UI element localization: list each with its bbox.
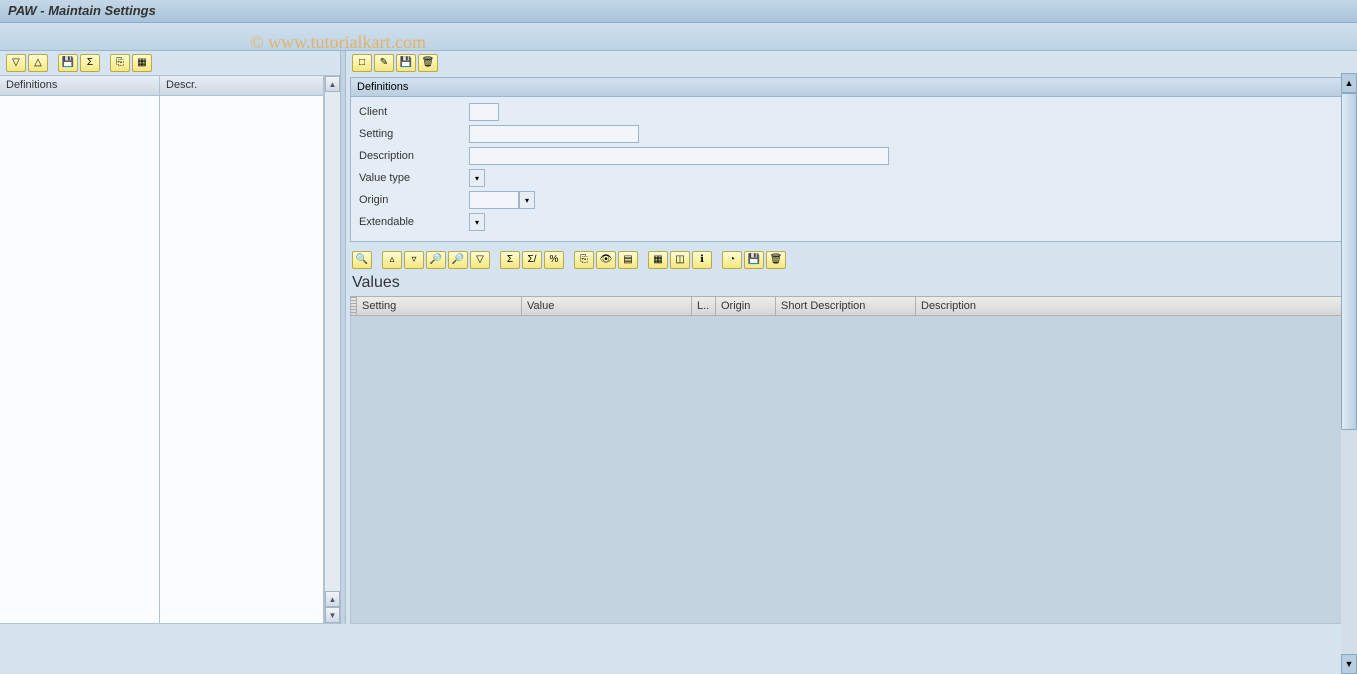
win-scroll-up-icon[interactable]: ▲: [1341, 73, 1357, 93]
input-origin[interactable]: [469, 191, 519, 209]
values-grid-body: [350, 316, 1351, 624]
left-panel: ▽ △ 💾 Σ ⎘ ▦ Definitions Descr. ▲ ▲ ▼: [0, 51, 340, 624]
sum-icon[interactable]: Σ: [500, 251, 520, 269]
window-scrollbar[interactable]: ▲ ▼: [1341, 73, 1357, 674]
win-scroll-track[interactable]: [1341, 93, 1357, 654]
subtotal-icon[interactable]: Σ/: [522, 251, 542, 269]
left-col-descr-body: [160, 96, 324, 623]
find-icon[interactable]: 🔎: [426, 251, 446, 269]
win-scroll-thumb[interactable]: [1341, 93, 1357, 430]
left-col-definitions-body: [0, 96, 160, 623]
layout-icon[interactable]: ▦: [132, 54, 152, 72]
col-setting[interactable]: Setting: [357, 297, 522, 315]
save-defs-icon[interactable]: 💾: [396, 54, 416, 72]
secondary-bar: [0, 23, 1357, 51]
label-value-type: Value type: [359, 172, 469, 184]
input-client[interactable]: [469, 103, 499, 121]
values-title: Values: [350, 272, 1351, 296]
extendable-select-icon[interactable]: ▾: [469, 213, 485, 231]
trash-icon[interactable]: 🗑: [766, 251, 786, 269]
input-setting[interactable]: [469, 125, 639, 143]
sort-desc-icon[interactable]: ▿: [404, 251, 424, 269]
collapse-icon[interactable]: △: [28, 54, 48, 72]
grid-icon[interactable]: ▦: [648, 251, 668, 269]
left-scrollbar[interactable]: ▲ ▲ ▼: [324, 76, 340, 623]
save2-icon[interactable]: 💾: [744, 251, 764, 269]
values-section: Values Setting Value L.. Origin Short De…: [350, 272, 1351, 624]
label-setting: Setting: [359, 128, 469, 140]
save-icon[interactable]: 💾: [58, 54, 78, 72]
info-icon[interactable]: ℹ: [692, 251, 712, 269]
definitions-header: Definitions: [351, 78, 1350, 97]
origin-select-icon[interactable]: ▾: [519, 191, 535, 209]
label-extendable: Extendable: [359, 216, 469, 228]
win-scroll-down-icon[interactable]: ▼: [1341, 654, 1357, 674]
col-origin[interactable]: Origin: [716, 297, 776, 315]
scroll-track[interactable]: [325, 92, 340, 591]
title-bar: PAW - Maintain Settings: [0, 0, 1357, 23]
chart-icon[interactable]: ◔: [722, 251, 742, 269]
sigma-icon[interactable]: Σ: [80, 54, 100, 72]
col-short-desc[interactable]: Short Description: [776, 297, 916, 315]
definitions-body: Client Setting Description Value type ▾ …: [351, 97, 1350, 241]
label-origin: Origin: [359, 194, 469, 206]
page-title: PAW - Maintain Settings: [8, 3, 156, 18]
filter-icon[interactable]: ▽: [470, 251, 490, 269]
expand-icon[interactable]: ▽: [6, 54, 26, 72]
percent-icon[interactable]: %: [544, 251, 564, 269]
left-tree: Definitions Descr. ▲ ▲ ▼: [0, 75, 340, 624]
col-value[interactable]: Value: [522, 297, 692, 315]
sort-asc-icon[interactable]: ▵: [382, 251, 402, 269]
input-description[interactable]: [469, 147, 889, 165]
column-icon[interactable]: ◫: [670, 251, 690, 269]
main-area: ▽ △ 💾 Σ ⎘ ▦ Definitions Descr. ▲ ▲ ▼: [0, 51, 1357, 624]
excel-icon[interactable]: ▤: [618, 251, 638, 269]
left-toolbar: ▽ △ 💾 Σ ⎘ ▦: [0, 51, 340, 75]
edit-icon[interactable]: ✎: [374, 54, 394, 72]
left-col-descr[interactable]: Descr.: [160, 76, 324, 96]
scroll-down-dbl-icon[interactable]: ▲: [325, 591, 340, 607]
find-next-icon[interactable]: 🔎: [448, 251, 468, 269]
view-icon[interactable]: 👁: [596, 251, 616, 269]
label-description: Description: [359, 150, 469, 162]
delete-icon[interactable]: 🗑: [418, 54, 438, 72]
export-icon[interactable]: ⎘: [110, 54, 130, 72]
col-description[interactable]: Description: [916, 297, 1350, 315]
scroll-up-icon[interactable]: ▲: [325, 76, 340, 92]
col-l[interactable]: L..: [692, 297, 716, 315]
values-toolbar: 🔍 ▵ ▿ 🔎 🔎 ▽ Σ Σ/ % ⎘ 👁 ▤ ▦ ◫ ℹ ◔ 💾 🗑: [346, 248, 1357, 272]
definitions-box: Definitions Client Setting Description V…: [350, 77, 1351, 242]
value-type-select-icon[interactable]: ▾: [469, 169, 485, 187]
label-client: Client: [359, 106, 469, 118]
scroll-down-icon[interactable]: ▼: [325, 607, 340, 623]
left-col-definitions[interactable]: Definitions: [0, 76, 160, 96]
create-icon[interactable]: □: [352, 54, 372, 72]
right-panel: □ ✎ 💾 🗑 Definitions Client Setting Descr…: [346, 51, 1357, 624]
detail-icon[interactable]: 🔍: [352, 251, 372, 269]
print-icon[interactable]: ⎘: [574, 251, 594, 269]
defs-toolbar: □ ✎ 💾 🗑: [346, 51, 1357, 75]
values-grid-header: Setting Value L.. Origin Short Descripti…: [350, 296, 1351, 316]
